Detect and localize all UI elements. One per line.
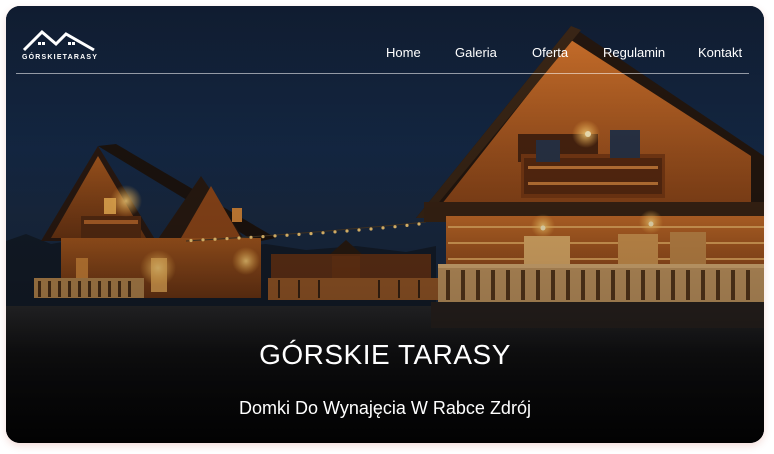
nav-galeria[interactable]: Galeria [455,45,497,60]
nav-oferta[interactable]: Oferta [532,45,568,60]
site-header: GÓRSKIETARASY Home Galeria Oferta Regula… [6,6,764,76]
logo-text: GÓRSKIETARASY [22,54,99,61]
nav-kontakt[interactable]: Kontakt [698,45,742,60]
logo[interactable]: GÓRSKIETARASY [22,28,99,68]
hero-card: GÓRSKIETARASY Home Galeria Oferta Regula… [6,6,764,443]
nav-regulamin[interactable]: Regulamin [603,45,665,60]
mountain-roof-logo-icon [22,29,95,52]
header-divider [16,73,749,74]
nav-home[interactable]: Home [386,45,421,60]
hero-subtitle: Domki Do Wynajęcia W Rabce Zdrój [239,398,531,418]
hero-title: GÓRSKIE TARASY [259,339,511,370]
